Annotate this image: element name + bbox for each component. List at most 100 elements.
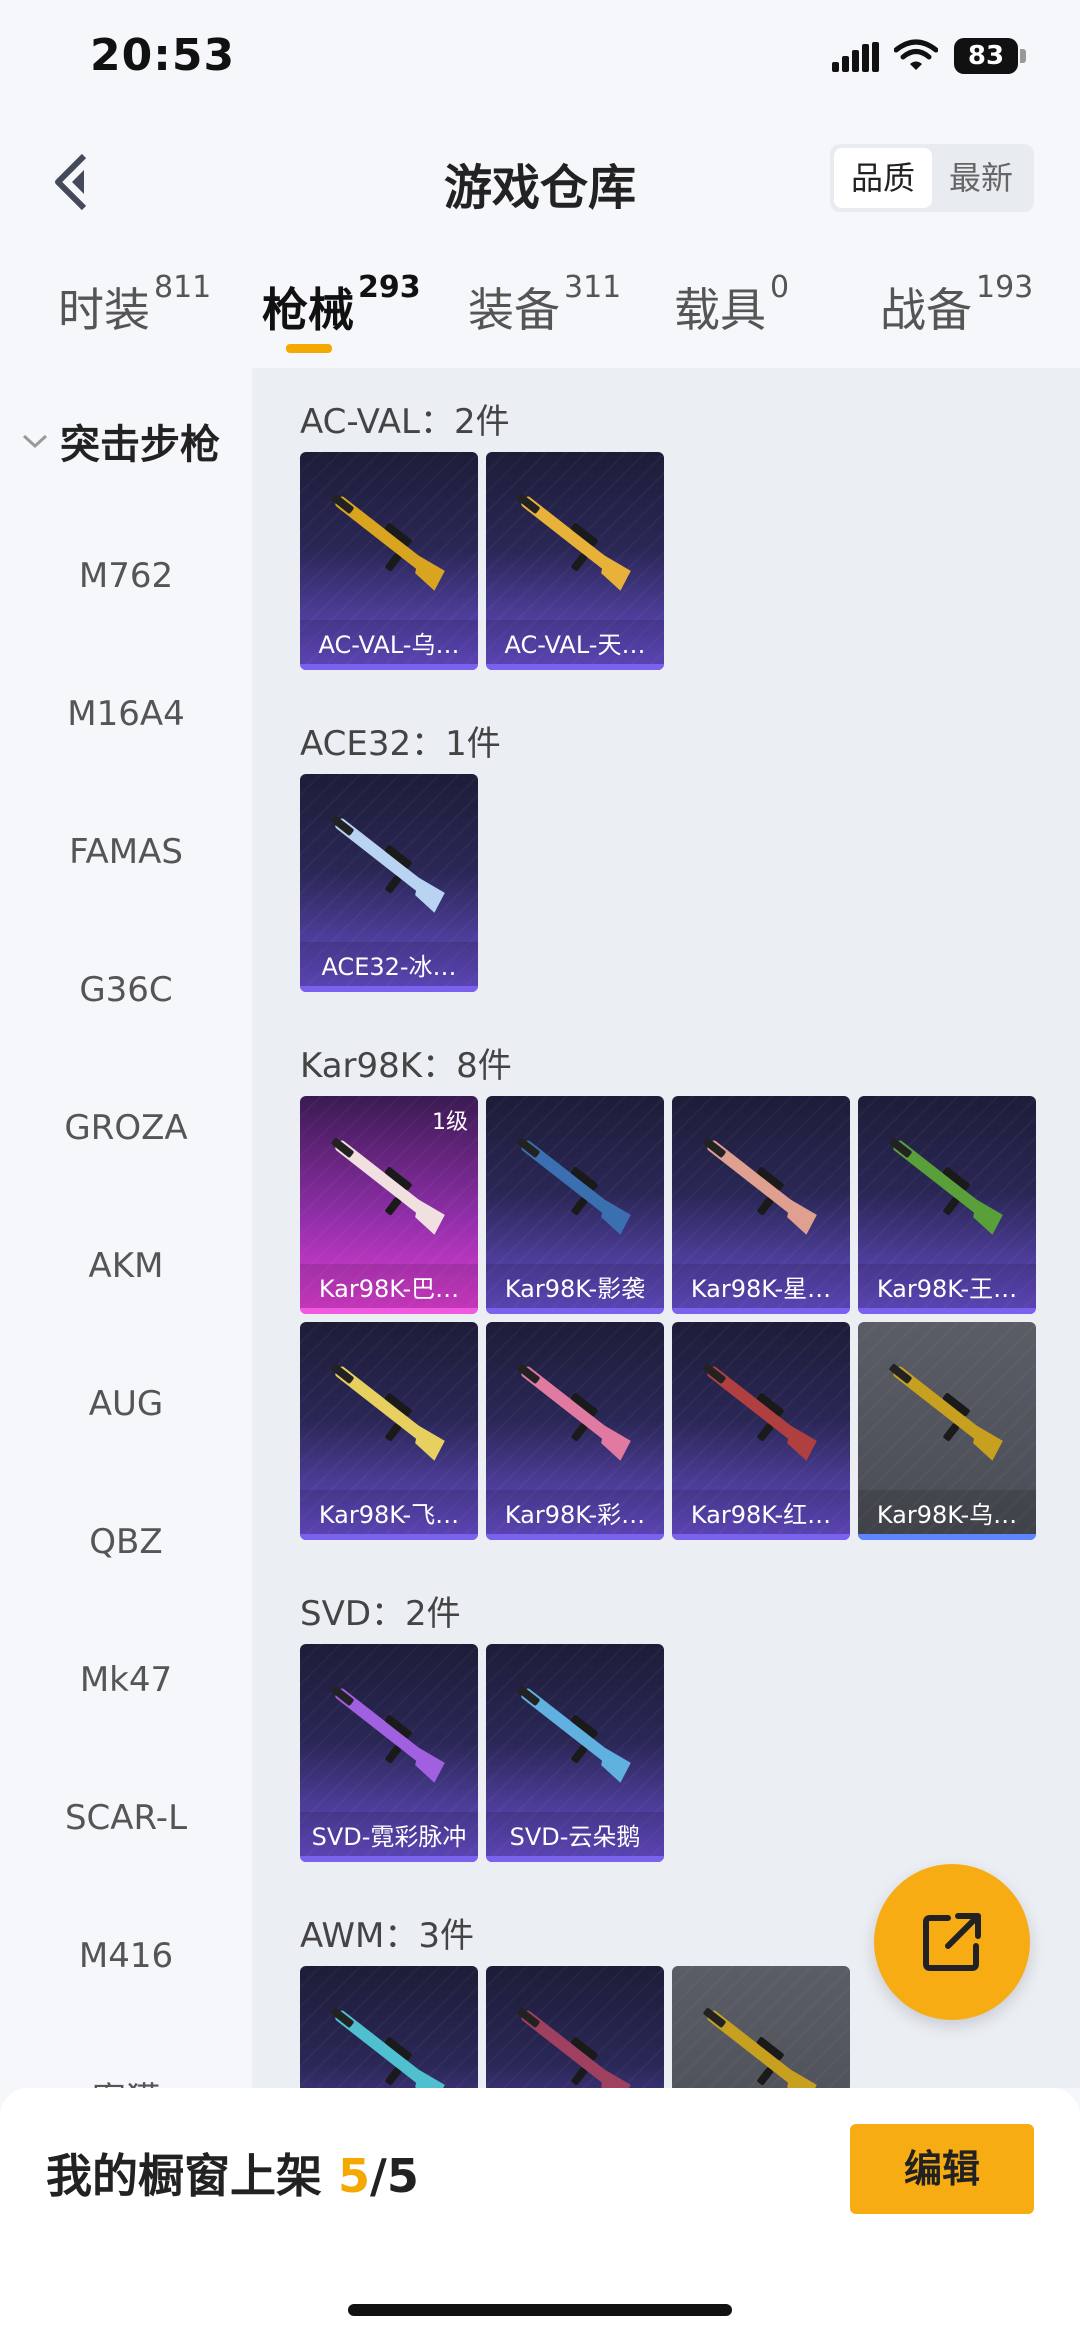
tab-count: 0 bbox=[770, 270, 790, 305]
wifi-icon bbox=[894, 39, 938, 70]
showcase-total: /5 bbox=[370, 2149, 419, 2203]
weapon-card[interactable]: ACE32-冰… bbox=[300, 774, 478, 992]
group-title: SVD：2件 bbox=[300, 1594, 461, 1634]
rarity-bar bbox=[672, 1308, 850, 1314]
tab-count: 293 bbox=[358, 270, 421, 305]
rarity-bar bbox=[486, 664, 664, 670]
tab-count: 193 bbox=[976, 270, 1034, 305]
sidebar-item-m16a4[interactable]: M16A4 bbox=[0, 694, 252, 734]
weapon-card[interactable]: Kar98K-影袭 bbox=[486, 1096, 664, 1314]
rarity-bar bbox=[300, 986, 478, 992]
rifle-icon bbox=[331, 1685, 445, 1783]
weapon-card[interactable]: Kar98K-彩… bbox=[486, 1322, 664, 1540]
tab-count: 311 bbox=[564, 270, 622, 305]
signal-icon bbox=[832, 42, 879, 72]
weapon-card[interactable]: AC-VAL-乌… bbox=[300, 452, 478, 670]
tab-label: 时装 bbox=[58, 283, 150, 337]
group-title: Kar98K：8件 bbox=[300, 1046, 512, 1086]
weapon-card[interactable]: SVD-霓彩脉冲 bbox=[300, 1644, 478, 1862]
sidebar-category-assault-rifle[interactable]: 突击步枪 bbox=[20, 412, 220, 470]
tab-label: 装备 bbox=[468, 283, 560, 337]
sidebar-item-groza[interactable]: GROZA bbox=[0, 1108, 252, 1148]
rifle-icon bbox=[331, 1137, 445, 1235]
rifle-icon bbox=[889, 1137, 1003, 1235]
active-tab-indicator bbox=[286, 344, 332, 353]
rifle-icon bbox=[517, 1363, 631, 1461]
rifle-icon bbox=[889, 1363, 1003, 1461]
sidebar-item-m416[interactable]: M416 bbox=[0, 1936, 252, 1976]
header: 游戏仓库 品质 最新 bbox=[0, 120, 1080, 240]
rifle-icon bbox=[517, 1685, 631, 1783]
weapon-name: Kar98K-影袭 bbox=[504, 1275, 646, 1303]
sidebar-item-m762[interactable]: M762 bbox=[0, 556, 252, 596]
sidebar-item-mk47[interactable]: Mk47 bbox=[0, 1660, 252, 1700]
rarity-bar bbox=[300, 664, 478, 670]
group-title: AWM：3件 bbox=[300, 1916, 474, 1956]
showcase-current: 5 bbox=[338, 2149, 371, 2203]
sidebar-item-g36c[interactable]: G36C bbox=[0, 970, 252, 1010]
battery-level: 83 bbox=[954, 38, 1018, 74]
weapon-type-sidebar: 突击步枪 M762 M16A4 FAMAS G36C GROZA AKM AUG… bbox=[0, 368, 252, 2088]
battery-indicator: 83 bbox=[954, 38, 1026, 74]
sidebar-item-honey-badger[interactable]: 蜜獾 bbox=[0, 2072, 252, 2088]
tab-fashion[interactable]: 时装 811 bbox=[58, 270, 211, 340]
weapon-name: Kar98K-飞… bbox=[318, 1501, 460, 1529]
weapon-card[interactable]: Kar98K-王… bbox=[858, 1096, 1036, 1314]
weapon-card[interactable]: Kar98K-星… bbox=[672, 1096, 850, 1314]
weapon-card[interactable]: AWM-乌木… bbox=[672, 1966, 850, 2088]
rifle-icon bbox=[703, 1363, 817, 1461]
group-title: AC-VAL：2件 bbox=[300, 402, 510, 442]
weapon-name: Kar98K-王… bbox=[876, 1275, 1018, 1303]
weapon-card[interactable]: SVD-云朵鹅 bbox=[486, 1644, 664, 1862]
tab-vehicles[interactable]: 载具 0 bbox=[674, 270, 789, 340]
weapon-card[interactable]: Kar98K-红… bbox=[672, 1322, 850, 1540]
tab-supplies[interactable]: 战备 193 bbox=[880, 270, 1033, 340]
sidebar-item-famas[interactable]: FAMAS bbox=[0, 832, 252, 872]
rifle-icon bbox=[331, 2007, 445, 2088]
group-title: ACE32：1件 bbox=[300, 724, 501, 764]
weapon-name: SVD-霓彩脉冲 bbox=[311, 1823, 467, 1851]
weapon-name: Kar98K-红… bbox=[690, 1501, 832, 1529]
sort-quality-option[interactable]: 品质 bbox=[834, 148, 932, 208]
weapon-card[interactable]: AWM-烙鹰… bbox=[486, 1966, 664, 2088]
chevron-down-icon bbox=[22, 434, 48, 449]
sidebar-item-qbz[interactable]: QBZ bbox=[0, 1522, 252, 1562]
sidebar-item-akm[interactable]: AKM bbox=[0, 1246, 252, 1286]
tab-label: 枪械 bbox=[262, 283, 354, 337]
weapon-name: Kar98K-星… bbox=[690, 1275, 832, 1303]
tab-equipment[interactable]: 装备 311 bbox=[468, 270, 621, 340]
rarity-bar bbox=[300, 1308, 478, 1314]
weapon-card[interactable]: Kar98K-飞… bbox=[300, 1322, 478, 1540]
weapon-name: ACE32-冰… bbox=[321, 953, 457, 981]
rarity-bar bbox=[300, 1534, 478, 1540]
rifle-icon bbox=[331, 1363, 445, 1461]
weapon-name: Kar98K-彩… bbox=[504, 1501, 646, 1529]
weapon-name: Kar98K-乌… bbox=[876, 1501, 1018, 1529]
showcase-prefix: 我的橱窗上架 bbox=[46, 2149, 339, 2203]
tab-label: 战备 bbox=[880, 283, 972, 337]
home-indicator bbox=[348, 2304, 732, 2316]
sidebar-item-aug[interactable]: AUG bbox=[0, 1384, 252, 1424]
rifle-icon bbox=[331, 815, 445, 913]
weapon-card[interactable]: Kar98K-乌… bbox=[858, 1322, 1036, 1540]
share-button[interactable] bbox=[874, 1864, 1030, 2020]
rarity-bar bbox=[486, 1856, 664, 1862]
rifle-icon bbox=[517, 493, 631, 591]
tab-firearms[interactable]: 枪械 293 bbox=[262, 270, 421, 340]
sort-newest-option[interactable]: 最新 bbox=[932, 148, 1030, 208]
level-badge: 1级 bbox=[432, 1110, 468, 1135]
showcase-panel: 我的橱窗上架 5/5 编辑 bbox=[0, 2088, 1080, 2339]
edit-button[interactable]: 编辑 bbox=[850, 2124, 1034, 2214]
weapon-card[interactable]: AWM-纯真… bbox=[300, 1966, 478, 2088]
weapon-card[interactable]: 1级 Kar98K-巴… bbox=[300, 1096, 478, 1314]
rifle-icon bbox=[331, 493, 445, 591]
rarity-bar bbox=[300, 1856, 478, 1862]
rarity-bar bbox=[858, 1534, 1036, 1540]
sidebar-item-scar-l[interactable]: SCAR-L bbox=[0, 1798, 252, 1838]
rarity-bar bbox=[486, 1534, 664, 1540]
tab-label: 载具 bbox=[674, 283, 766, 337]
status-time: 20:53 bbox=[90, 30, 236, 81]
weapon-card[interactable]: AC-VAL-天… bbox=[486, 452, 664, 670]
rifle-icon bbox=[703, 1137, 817, 1235]
showcase-status: 我的橱窗上架 5/5 bbox=[46, 2140, 419, 2206]
